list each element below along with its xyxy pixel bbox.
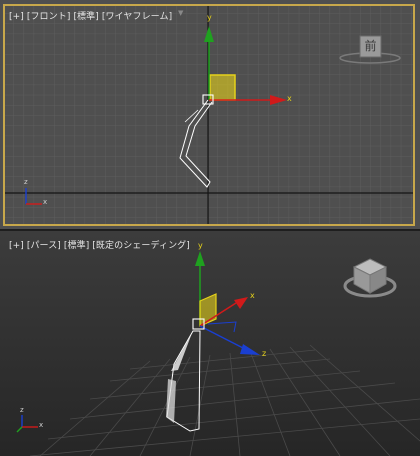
persp-world-axis-tripod: [16, 415, 38, 433]
front-viewport[interactable]: [+] [フロント] [標準] [ワイヤフレーム] ▼ 前 y x z x: [0, 0, 420, 231]
perspective-viewport[interactable]: [+] [パース] [標準] [既定のシェーディング] y x z z x: [0, 231, 420, 456]
persp-tripod-z-label: z: [20, 406, 24, 414]
front-tripod-x-label: x: [43, 198, 48, 206]
front-world-axis-tripod: [25, 188, 42, 205]
persp-tripod-x-label: x: [39, 421, 44, 429]
front-tripod-z-label: z: [24, 178, 28, 186]
